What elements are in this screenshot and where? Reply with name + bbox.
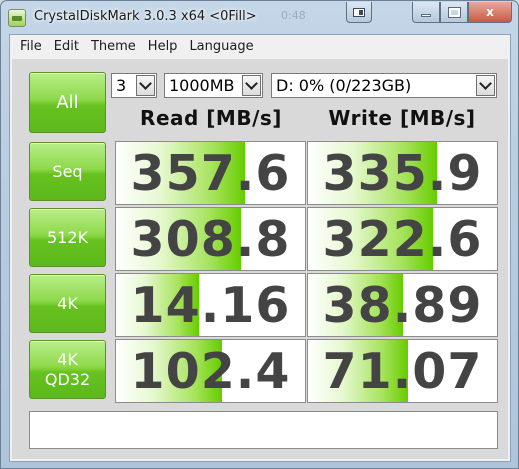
test-count-value: 3 — [116, 76, 127, 95]
test-size-select[interactable]: 1000MB — [164, 73, 263, 98]
4k-read-value: 14.16 — [130, 276, 291, 334]
512k-read-value: 308.8 — [130, 210, 291, 268]
comment-field[interactable] — [29, 411, 498, 449]
run-512k-button[interactable]: 512K — [29, 208, 106, 267]
snap-button[interactable] — [346, 2, 372, 23]
4k-qd32-read-value: 102.4 — [130, 342, 291, 400]
write-column-header: Write [MB/s] — [328, 106, 476, 130]
disk-app-icon — [8, 9, 26, 27]
4k-qd32-label-line2: QD32 — [44, 369, 91, 389]
4k-write-value: 38.89 — [322, 276, 483, 334]
512k-label: 512K — [46, 227, 89, 247]
seq-label: Seq — [52, 161, 83, 181]
seq-write-value: 335.9 — [322, 144, 483, 202]
window-title: CrystalDiskMark 3.0.3 x64 <0Fill> — [34, 9, 257, 24]
run-4k-qd32-button[interactable]: 4K QD32 — [29, 340, 106, 399]
chevron-down-icon[interactable] — [242, 75, 261, 96]
chevron-down-icon[interactable] — [136, 75, 155, 96]
maximize-icon — [447, 6, 461, 18]
snap-icon — [353, 7, 365, 17]
maximize-button[interactable] — [440, 2, 468, 23]
read-column-header: Read [MB/s] — [140, 106, 282, 130]
menu-edit[interactable]: Edit — [50, 39, 83, 54]
minimize-icon — [421, 14, 431, 17]
menu-help[interactable]: Help — [144, 39, 182, 54]
512k-read-result: 308.8 — [115, 207, 306, 271]
512k-write-result: 322.6 — [307, 207, 498, 271]
app-window: CrystalDiskMark 3.0.3 x64 <0Fill> 0:48 x… — [0, 0, 519, 469]
close-icon: x — [486, 5, 494, 19]
chevron-down-icon[interactable] — [476, 75, 495, 96]
background-title-text: 0:48 — [281, 9, 306, 22]
run-all-button[interactable]: All — [29, 72, 106, 133]
4k-qd32-write-result: 71.07 — [307, 339, 498, 403]
4k-qd32-label-line1: 4K — [57, 349, 78, 369]
minimize-button[interactable] — [412, 2, 440, 23]
menu-file[interactable]: File — [16, 39, 46, 54]
close-button[interactable]: x — [468, 2, 512, 23]
run-4k-button[interactable]: 4K — [29, 274, 106, 333]
4k-write-result: 38.89 — [307, 273, 498, 337]
menu-theme[interactable]: Theme — [87, 39, 140, 54]
test-size-value: 1000MB — [169, 76, 235, 95]
seq-write-result: 335.9 — [307, 141, 498, 205]
4k-qd32-write-value: 71.07 — [322, 342, 483, 400]
benchmark-panel: All 3 1000MB D: 0% (0/223GB) Read [MB/s]… — [12, 59, 508, 459]
4k-read-result: 14.16 — [115, 273, 306, 337]
client-area: File Edit Theme Help Language All 3 1000… — [9, 34, 511, 462]
512k-write-value: 322.6 — [322, 210, 483, 268]
title-bar[interactable]: CrystalDiskMark 3.0.3 x64 <0Fill> 0:48 x — [1, 1, 518, 34]
drive-value: D: 0% (0/223GB) — [276, 76, 412, 95]
menu-bar: File Edit Theme Help Language — [10, 35, 510, 57]
4k-label: 4K — [57, 293, 78, 313]
4k-qd32-read-result: 102.4 — [115, 339, 306, 403]
window-controls: x — [346, 2, 512, 24]
menu-language[interactable]: Language — [185, 39, 257, 54]
drive-select[interactable]: D: 0% (0/223GB) — [271, 73, 497, 98]
run-seq-button[interactable]: Seq — [29, 142, 106, 201]
seq-read-result: 357.6 — [115, 141, 306, 205]
test-count-select[interactable]: 3 — [111, 73, 157, 98]
seq-read-value: 357.6 — [130, 144, 291, 202]
